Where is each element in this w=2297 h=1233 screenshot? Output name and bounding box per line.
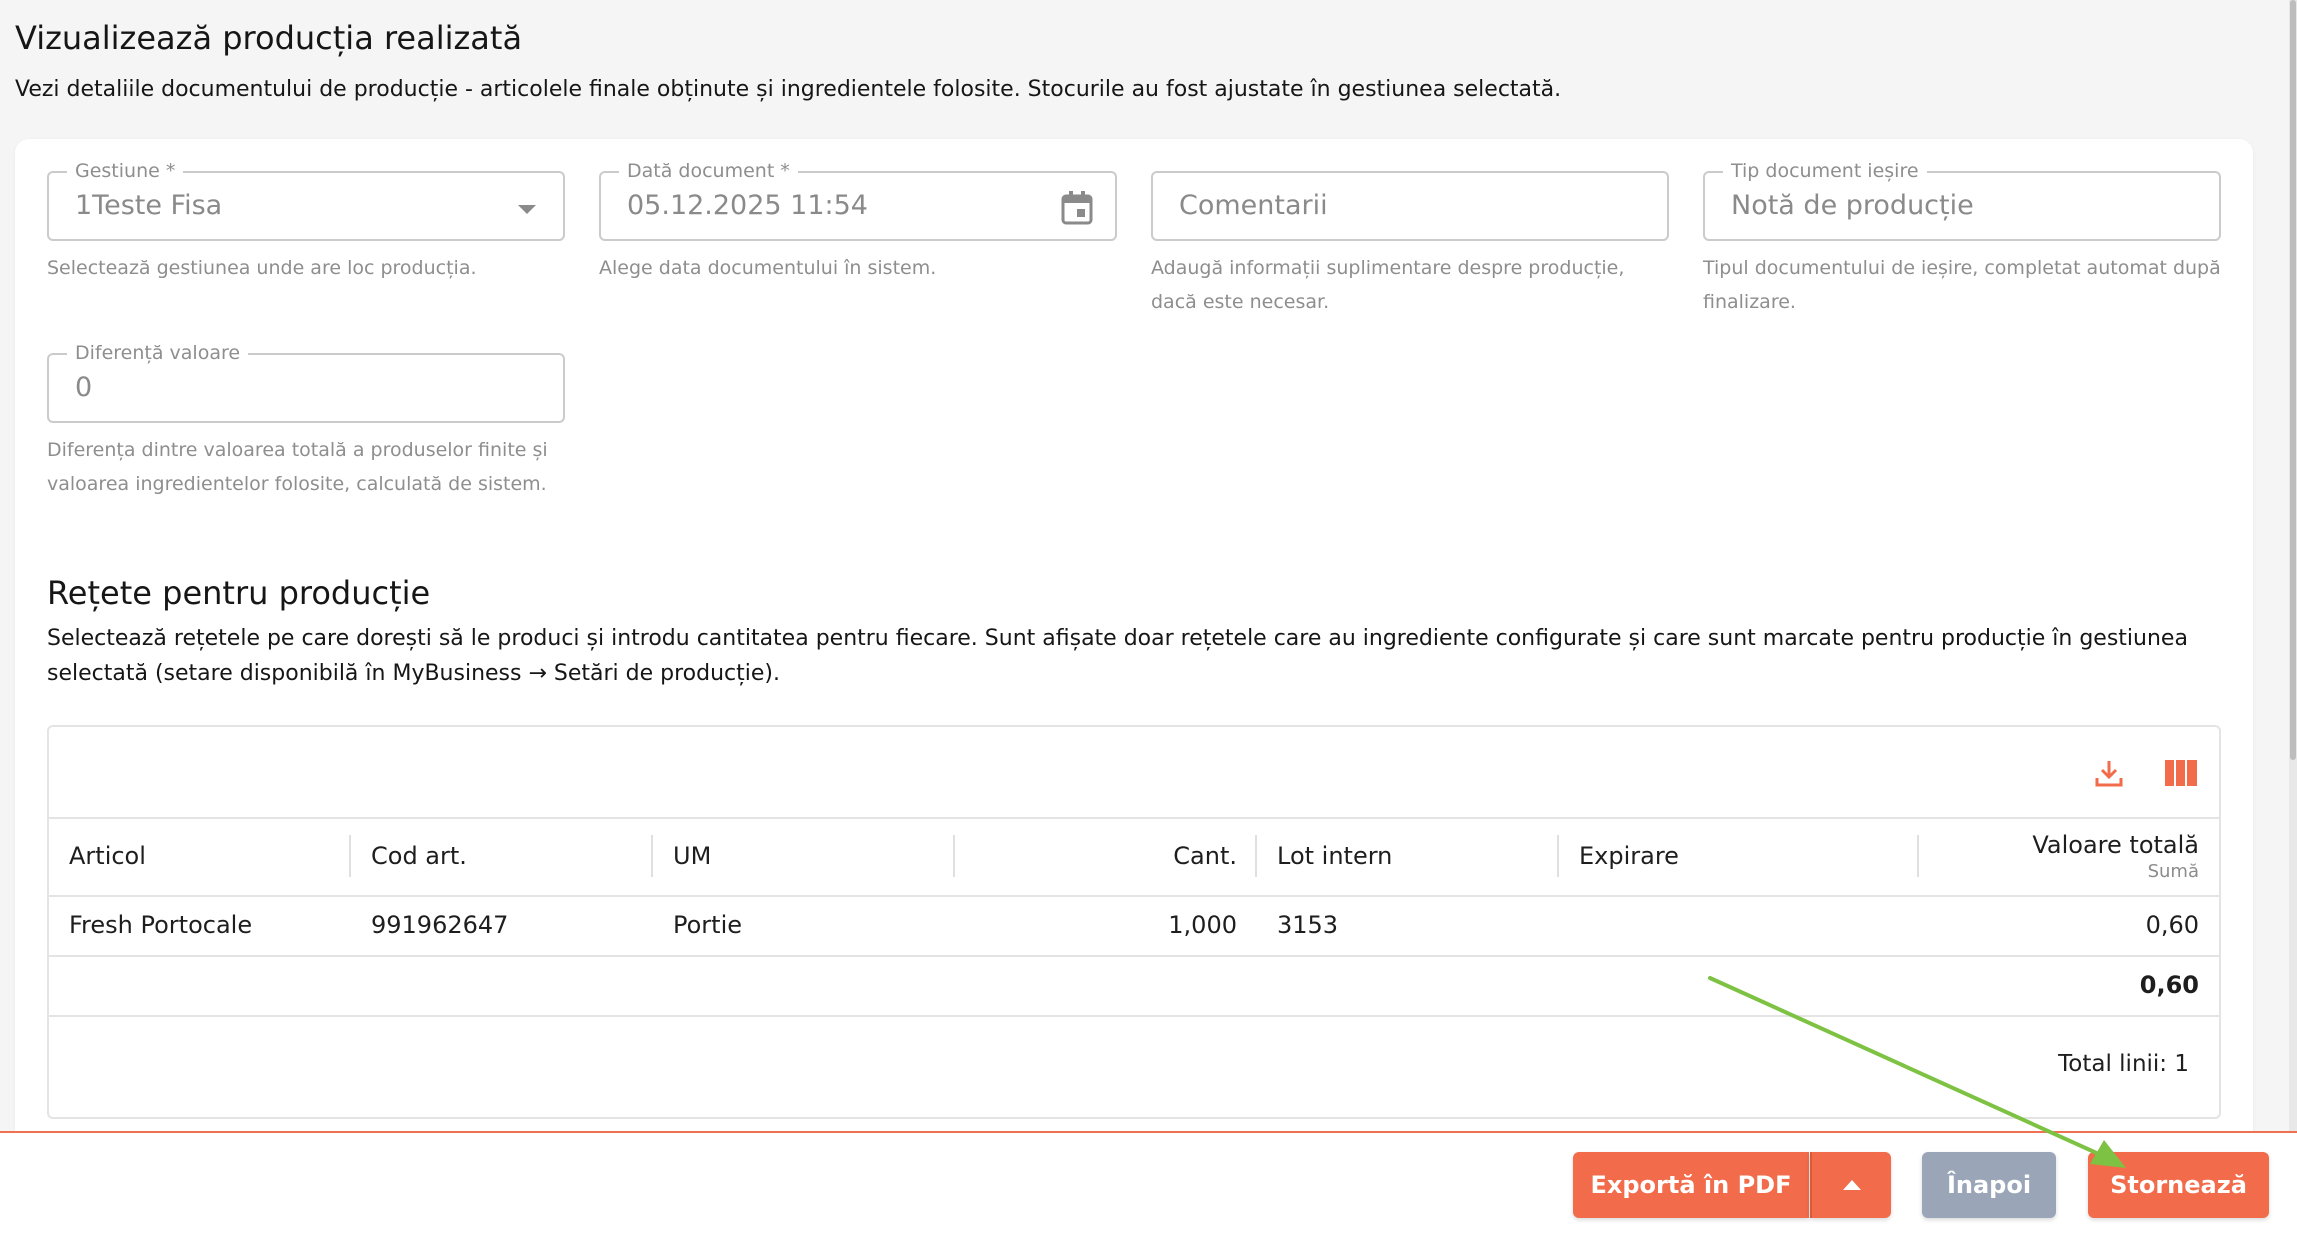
col-cod-header[interactable]: Cod art. [351,817,653,895]
grid-header: Articol Cod art. UM Cant. Lot intern Exp… [49,817,2219,897]
diferenta-valoare-helper: Diferența dintre valoarea totală a produ… [47,439,548,495]
app-root: Vizualizează producția realizată Vezi de… [0,0,2297,1233]
col-lot-label: Lot intern [1277,842,1393,870]
gestiune-value: 1Teste Fisa [75,190,223,221]
comentarii-helper: Adaugă informații suplimentare despre pr… [1151,257,1625,313]
section-title: Rețete pentru producție [47,574,431,612]
cell-articol: Fresh Portocale [69,911,253,939]
data-document-field: Dată document * 05.12.2025 11:54 Alege d… [599,159,1117,285]
tip-document-input[interactable]: Tip document ieșire Notă de producție [1703,159,2221,241]
calendar-icon[interactable] [1061,191,1093,229]
col-valoare-sublabel: Sumă [2147,861,2199,882]
caret-up-icon [1842,1180,1861,1190]
col-valoare-header[interactable]: Valoare totală Sumă [1919,817,2219,895]
grid-toolbar [49,727,2219,819]
comentarii-placeholder: Comentarii [1179,190,1328,221]
gestiune-field: Gestiune * 1Teste Fisa Selectează gestiu… [47,159,565,285]
export-pdf-button[interactable]: Exportă în PDF [1573,1152,1809,1218]
section-description: Selectează rețetele pe care dorești să l… [47,626,2188,686]
col-lot-header[interactable]: Lot intern [1257,817,1559,895]
cell-cod: 991962647 [371,911,509,939]
export-menu-button[interactable] [1810,1152,1891,1218]
cell-cant: 1,000 [1168,911,1237,939]
col-expirare-label: Expirare [1579,842,1679,870]
scrollbar[interactable] [2289,0,2297,1131]
cell-valoare: 0,60 [2145,911,2199,939]
col-um-header[interactable]: UM [653,817,955,895]
col-cod-label: Cod art. [371,842,467,870]
cell-lot: 3153 [1277,911,1339,939]
bottom-action-bar: Exportă în PDF Înapoi Stornează [0,1131,2297,1233]
scrollbar-thumb[interactable] [2290,0,2296,760]
col-articol-header[interactable]: Articol [49,817,351,895]
data-document-helper: Alege data documentului în sistem. [599,257,937,279]
col-cant-label: Cant. [1173,842,1237,870]
grid-footer: Total linii: 1 [49,1017,2219,1117]
storno-button[interactable]: Stornează [2088,1152,2269,1218]
col-cant-header[interactable]: Cant. [955,817,1257,895]
form-card: Gestiune * 1Teste Fisa Selectează gestiu… [15,139,2253,1233]
table-row[interactable]: Fresh Portocale 991962647 Portie 1,000 3… [49,895,2219,957]
cell-um: Portie [673,911,743,939]
gestiune-helper: Selectează gestiunea unde are loc produc… [47,257,477,279]
page-subtitle: Vezi detaliile documentului de producție… [15,77,1562,102]
data-document-value: 05.12.2025 11:54 [627,190,868,221]
total-row: 0,60 [49,955,2219,1017]
col-articol-label: Articol [69,842,146,870]
comentarii-input[interactable]: Comentarii [1151,171,1669,241]
columns-icon[interactable] [2163,755,2199,791]
total-lines: Total linii: 1 [2058,1051,2189,1077]
tip-document-helper: Tipul documentului de ieșire, completat … [1703,257,2221,313]
dropdown-arrow-icon[interactable] [517,201,537,220]
diferenta-valoare-field: Diferență valoare 0 Diferența dintre val… [47,341,565,501]
diferenta-valoare-value: 0 [75,372,93,403]
page-title: Vizualizează producția realizată [15,19,523,57]
col-expirare-header[interactable]: Expirare [1559,817,1919,895]
back-button[interactable]: Înapoi [1922,1152,2056,1218]
gestiune-select[interactable]: Gestiune * 1Teste Fisa [47,159,565,241]
col-um-label: UM [673,842,712,870]
tip-document-value: Notă de producție [1731,190,1974,221]
diferenta-valoare-input[interactable]: Diferență valoare 0 [47,341,565,423]
page-header: Vizualizează producția realizată Vezi de… [15,14,2277,106]
diferenta-valoare-label: Diferență valoare [67,341,249,365]
data-document-input[interactable]: Dată document * 05.12.2025 11:54 [599,159,1117,241]
comentarii-field: Comentarii Adaugă informații suplimentar… [1151,171,1669,319]
download-icon[interactable] [2091,755,2127,791]
recipes-grid: Articol Cod art. UM Cant. Lot intern Exp… [47,725,2221,1119]
tip-document-field: Tip document ieșire Notă de producție Ti… [1703,159,2221,319]
total-valoare: 0,60 [2139,971,2199,999]
